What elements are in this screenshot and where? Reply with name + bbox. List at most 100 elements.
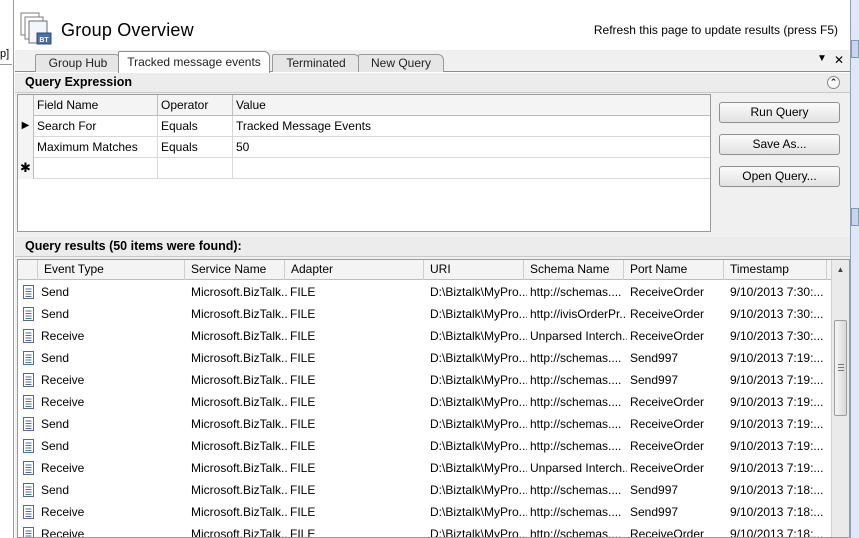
field-name-cell[interactable]: Search For [34,116,158,137]
current-row-icon[interactable]: ▶ [18,116,34,137]
right-dock-tab[interactable] [851,208,859,226]
new-row-icon[interactable]: ✱ [18,158,34,179]
right-dock-tab[interactable] [851,40,859,58]
query-results-title: Query results (50 items were found): [25,239,242,253]
uri-cell: D:\Biztalk\MyPro... [430,329,527,343]
event-type-cell: Send [41,307,70,321]
table-row[interactable]: Receive Microsoft.BizTalk... FILE D:\Biztal… [18,369,832,391]
message-document-icon [23,373,34,387]
schema-name-cell: http://schemas.... [530,417,622,431]
uri-cell: D:\Biztalk\MyPro... [430,417,527,431]
table-row[interactable]: Receive Microsoft.BizTalk... FILE D:\Biztal… [18,501,832,523]
page-header: BT Group Overview Refresh this page to u… [15,10,850,50]
operator-cell[interactable] [158,158,233,179]
uri-cell: D:\Biztalk\MyPro... [430,285,527,299]
column-header-service-name[interactable]: Service Name [185,260,285,280]
tab-new-query[interactable]: New Query [358,54,444,72]
column-header-schema-name[interactable]: Schema Name [524,260,624,280]
service-name-cell: Microsoft.BizTalk... [191,329,288,343]
service-name-cell: Microsoft.BizTalk... [191,307,288,321]
results-vertical-scrollbar[interactable]: ▲ [831,260,849,537]
uri-cell: D:\Biztalk\MyPro... [430,439,527,453]
column-header-value[interactable]: Value [233,95,710,116]
query-row-maximum-matches[interactable]: Maximum Matches Equals 50 [18,137,710,158]
timestamp-cell: 9/10/2013 7:18:... [730,505,824,519]
value-cell[interactable]: Tracked Message Events [233,116,710,137]
schema-name-cell: Unparsed Interch... [530,329,627,343]
column-header-operator[interactable]: Operator [158,95,233,116]
tab-group-hub[interactable]: Group Hub [35,54,121,72]
port-name-cell: ReceiveOrder [630,439,705,453]
table-row[interactable]: Receive Microsoft.BizTalk... FILE D:\Biztal… [18,391,832,413]
refresh-hint: Refresh this page to update results (pre… [593,23,838,37]
close-tab-icon[interactable]: ✕ [832,53,846,67]
value-cell[interactable]: 50 [233,137,710,158]
collapse-icon[interactable]: ⌃ [827,76,840,89]
uri-cell: D:\Biztalk\MyPro... [430,307,527,321]
query-results-grid[interactable]: Event Type Service Name Adapter URI Sche… [17,259,850,538]
operator-cell[interactable]: Equals [158,137,233,158]
value-cell[interactable] [233,158,710,179]
table-row[interactable]: Receive Microsoft.BizTalk... FILE D:\Biztal… [18,523,832,538]
service-name-cell: Microsoft.BizTalk... [191,483,288,497]
operator-cell[interactable]: Equals [158,116,233,137]
biztalk-group-icon: BT [20,12,52,45]
adapter-cell: FILE [290,505,316,519]
uri-cell: D:\Biztalk\MyPro... [430,527,527,538]
query-row-search-for[interactable]: ▶ Search For Equals Tracked Message Even… [18,116,710,137]
adapter-cell: FILE [290,395,316,409]
scrollbar-thumb[interactable] [834,320,847,416]
tab-strip: Group Hub Tracked message events Termina… [15,50,850,73]
port-name-cell: Send997 [630,351,679,365]
column-header-event-type[interactable]: Event Type [38,260,185,280]
adapter-cell: FILE [290,329,316,343]
message-document-icon [23,439,34,453]
adapter-cell: FILE [290,439,316,453]
tab-tracked-message-events[interactable]: Tracked message events [118,51,270,73]
scroll-up-icon[interactable]: ▲ [834,262,847,277]
schema-name-cell: http://schemas.... [530,439,622,453]
table-row[interactable]: Send Microsoft.BizTalk... FILE D:\Biztalk\M… [18,435,832,457]
column-header-adapter[interactable]: Adapter [285,260,424,280]
timestamp-cell: 9/10/2013 7:18:... [730,483,824,497]
open-query-button[interactable]: Open Query... [719,166,840,187]
query-expression-grid[interactable]: Field Name Operator Value ▶ Search For E… [17,94,711,232]
table-row[interactable]: Send Microsoft.BizTalk... FILE D:\Biztalk\M… [18,303,832,325]
table-row[interactable]: Receive Microsoft.BizTalk... FILE D:\Biztal… [18,457,832,479]
row-selector[interactable] [18,137,34,158]
column-header-timestamp[interactable]: Timestamp [724,260,827,280]
field-name-cell[interactable]: Maximum Matches [34,137,158,158]
table-row[interactable]: Send Microsoft.BizTalk... FILE D:\Biztalk\M… [18,281,832,303]
icon-column-header [18,260,38,280]
event-type-cell: Receive [41,395,85,409]
tab-terminated[interactable]: Terminated [272,54,360,72]
adapter-cell: FILE [290,373,316,387]
table-row[interactable]: Send Microsoft.BizTalk... FILE D:\Biztalk\M… [18,347,832,369]
event-type-cell: Send [41,351,70,365]
timestamp-cell: 9/10/2013 7:30:... [730,307,824,321]
tab-menu-icon[interactable]: ▼ [815,53,829,64]
query-row-new[interactable]: ✱ [18,158,710,179]
left-pane-divider [0,64,12,65]
table-row[interactable]: Receive Microsoft.BizTalk... FILE D:\Biztal… [18,325,832,347]
port-name-cell: ReceiveOrder [630,527,705,538]
uri-cell: D:\Biztalk\MyPro... [430,505,527,519]
timestamp-cell: 9/10/2013 7:19:... [730,461,824,475]
message-document-icon [23,417,34,431]
schema-name-cell: http://schemas.... [530,285,622,299]
service-name-cell: Microsoft.BizTalk... [191,373,288,387]
run-query-button[interactable]: Run Query [719,102,840,123]
left-pane-fragment-text: p] [0,48,10,60]
table-row[interactable]: Send Microsoft.BizTalk... FILE D:\Biztalk\M… [18,479,832,501]
service-name-cell: Microsoft.BizTalk... [191,527,288,538]
save-as-button[interactable]: Save As... [719,134,840,155]
uri-cell: D:\Biztalk\MyPro... [430,483,527,497]
adapter-cell: FILE [290,461,316,475]
field-name-cell[interactable] [34,158,158,179]
column-header-port-name[interactable]: Port Name [624,260,724,280]
uri-cell: D:\Biztalk\MyPro... [430,461,527,475]
table-row[interactable]: Send Microsoft.BizTalk... FILE D:\Biztalk\M… [18,413,832,435]
timestamp-cell: 9/10/2013 7:19:... [730,439,824,453]
column-header-field-name[interactable]: Field Name [34,95,158,116]
column-header-uri[interactable]: URI [424,260,524,280]
